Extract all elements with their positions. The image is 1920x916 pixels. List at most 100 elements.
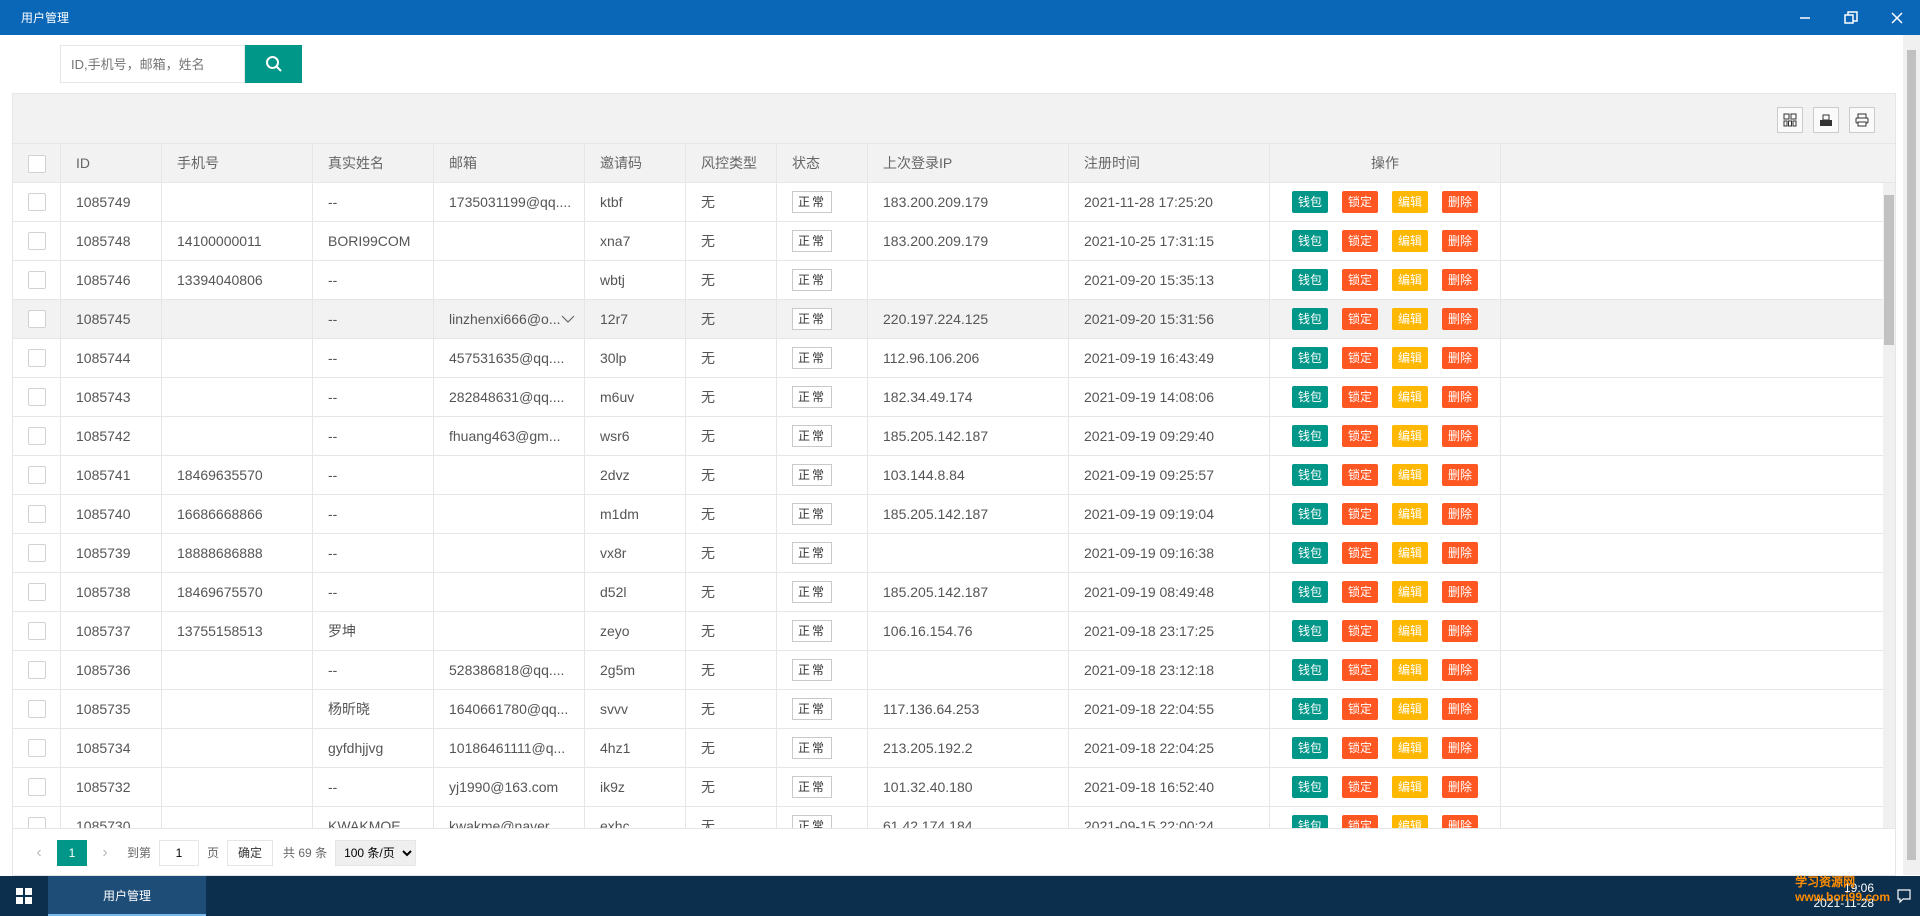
status-toggle-button[interactable]: 正常 bbox=[792, 425, 833, 447]
wallet-button[interactable]: 钱包 bbox=[1291, 698, 1328, 720]
lock-button[interactable]: 锁定 bbox=[1341, 308, 1378, 330]
row-checkbox[interactable] bbox=[27, 661, 46, 679]
delete-button[interactable]: 删除 bbox=[1442, 191, 1479, 213]
lock-button[interactable]: 锁定 bbox=[1341, 230, 1378, 252]
edit-button[interactable]: 编辑 bbox=[1392, 815, 1429, 828]
row-checkbox[interactable] bbox=[27, 778, 46, 796]
export-icon[interactable] bbox=[1813, 107, 1839, 133]
table-row[interactable]: 1085748 14100000011 BORI99COM xna7 无正常 183.20… bbox=[13, 222, 1883, 261]
edit-button[interactable]: 编辑 bbox=[1392, 581, 1429, 603]
edit-button[interactable]: 编辑 bbox=[1392, 347, 1429, 369]
edit-button[interactable]: 编辑 bbox=[1392, 386, 1429, 408]
lock-button[interactable]: 锁定 bbox=[1341, 386, 1378, 408]
status-toggle-button[interactable]: 正常 bbox=[792, 581, 833, 603]
lock-button[interactable]: 锁定 bbox=[1341, 191, 1378, 213]
table-row[interactable]: 1085739 18888686888 -- vx8r 无正常 2021-09-19 09… bbox=[13, 534, 1883, 573]
wallet-button[interactable]: 钱包 bbox=[1291, 542, 1328, 564]
goto-confirm-button[interactable]: 确定 bbox=[227, 839, 274, 866]
edit-button[interactable]: 编辑 bbox=[1392, 659, 1429, 681]
status-toggle-button[interactable]: 正常 bbox=[792, 542, 833, 564]
row-checkbox[interactable] bbox=[27, 232, 46, 250]
delete-button[interactable]: 删除 bbox=[1442, 230, 1479, 252]
edit-button[interactable]: 编辑 bbox=[1392, 542, 1429, 564]
edit-button[interactable]: 编辑 bbox=[1392, 191, 1429, 213]
lock-button[interactable]: 锁定 bbox=[1341, 659, 1378, 681]
row-checkbox[interactable] bbox=[27, 622, 46, 640]
table-row[interactable]: 1085745 -- linzhenxi666@o... 12r7 无正常 220.197… bbox=[13, 300, 1883, 339]
row-checkbox[interactable] bbox=[27, 271, 46, 289]
prev-page-icon[interactable]: ‹ bbox=[25, 844, 53, 862]
lock-button[interactable]: 锁定 bbox=[1341, 737, 1378, 759]
table-row[interactable]: 1085743 -- 282848631@qq.... m6uv 无正常 182.34.4… bbox=[13, 378, 1883, 417]
status-toggle-button[interactable]: 正常 bbox=[792, 503, 833, 525]
edit-button[interactable]: 编辑 bbox=[1392, 503, 1429, 525]
table-row[interactable]: 1085740 16686668866 -- m1dm 无正常 185.205.142.1… bbox=[13, 495, 1883, 534]
status-toggle-button[interactable]: 正常 bbox=[792, 737, 833, 759]
edit-button[interactable]: 编辑 bbox=[1392, 737, 1429, 759]
wallet-button[interactable]: 钱包 bbox=[1291, 737, 1328, 759]
delete-button[interactable]: 删除 bbox=[1442, 503, 1479, 525]
table-row[interactable]: 1085730 KWAKMOE... kwakme@naver.... exhc 无 正常… bbox=[13, 807, 1883, 828]
table-row[interactable]: 1085738 18469675570 -- d52l 无正常 185.205.142.1… bbox=[13, 573, 1883, 612]
status-toggle-button[interactable]: 正常 bbox=[792, 308, 833, 330]
table-row[interactable]: 1085736 -- 528386818@qq.... 2g5m 无正常 2021-09-… bbox=[13, 651, 1883, 690]
column-header-reg-time[interactable]: 注册时间 bbox=[1069, 144, 1270, 183]
select-all-checkbox[interactable] bbox=[27, 154, 46, 173]
table-row[interactable]: 1085744 -- 457531635@qq.... 30lp 无正常 112.96.1… bbox=[13, 339, 1883, 378]
current-page-button[interactable]: 1 bbox=[57, 839, 87, 866]
row-checkbox[interactable] bbox=[27, 817, 46, 828]
delete-button[interactable]: 删除 bbox=[1442, 464, 1479, 486]
column-header-phone[interactable]: 手机号 bbox=[162, 144, 313, 183]
status-toggle-button[interactable]: 正常 bbox=[792, 698, 833, 720]
wallet-button[interactable]: 钱包 bbox=[1291, 776, 1328, 798]
start-button[interactable] bbox=[0, 876, 48, 916]
table-scrollbar[interactable] bbox=[1883, 183, 1895, 828]
delete-button[interactable]: 删除 bbox=[1442, 620, 1479, 642]
wallet-button[interactable]: 钱包 bbox=[1291, 503, 1328, 525]
status-toggle-button[interactable]: 正常 bbox=[792, 191, 833, 213]
edit-button[interactable]: 编辑 bbox=[1392, 776, 1429, 798]
delete-button[interactable]: 删除 bbox=[1442, 698, 1479, 720]
wallet-button[interactable]: 钱包 bbox=[1291, 620, 1328, 642]
edit-button[interactable]: 编辑 bbox=[1392, 308, 1429, 330]
status-toggle-button[interactable]: 正常 bbox=[792, 776, 833, 798]
delete-button[interactable]: 删除 bbox=[1442, 776, 1479, 798]
table-row[interactable]: 1085735 杨昕晓 1640661780@qq... svvv 无正常 117.136… bbox=[13, 690, 1883, 729]
delete-button[interactable]: 删除 bbox=[1442, 815, 1479, 828]
status-toggle-button[interactable]: 正常 bbox=[792, 659, 833, 681]
status-toggle-button[interactable]: 正常 bbox=[792, 464, 833, 486]
lock-button[interactable]: 锁定 bbox=[1341, 503, 1378, 525]
row-checkbox[interactable] bbox=[27, 349, 46, 367]
column-header-name[interactable]: 真实姓名 bbox=[313, 144, 434, 183]
table-row[interactable]: 1085749 -- 1735031199@qq.... ktbf 无正常 183.200… bbox=[13, 183, 1883, 222]
wallet-button[interactable]: 钱包 bbox=[1291, 230, 1328, 252]
wallet-button[interactable]: 钱包 bbox=[1291, 581, 1328, 603]
delete-button[interactable]: 删除 bbox=[1442, 581, 1479, 603]
table-row[interactable]: 1085732 -- yj1990@163.com ik9z 无正常 101.32.40.… bbox=[13, 768, 1883, 807]
status-toggle-button[interactable]: 正常 bbox=[792, 347, 833, 369]
lock-button[interactable]: 锁定 bbox=[1341, 269, 1378, 291]
delete-button[interactable]: 删除 bbox=[1442, 542, 1479, 564]
lock-button[interactable]: 锁定 bbox=[1341, 776, 1378, 798]
close-button[interactable] bbox=[1874, 0, 1920, 35]
status-toggle-button[interactable]: 正常 bbox=[792, 620, 833, 642]
wallet-button[interactable]: 钱包 bbox=[1291, 269, 1328, 291]
lock-button[interactable]: 锁定 bbox=[1341, 542, 1378, 564]
table-row[interactable]: 1085746 13394040806 -- wbtj 无正常 2021-09-20 15… bbox=[13, 261, 1883, 300]
wallet-button[interactable]: 钱包 bbox=[1291, 347, 1328, 369]
column-header-id[interactable]: ID bbox=[61, 144, 162, 183]
column-header-email[interactable]: 邮箱 bbox=[434, 144, 585, 183]
delete-button[interactable]: 删除 bbox=[1442, 386, 1479, 408]
next-page-icon[interactable]: › bbox=[91, 844, 119, 862]
status-toggle-button[interactable]: 正常 bbox=[792, 815, 833, 828]
print-icon[interactable] bbox=[1849, 107, 1875, 133]
columns-icon[interactable] bbox=[1777, 107, 1803, 133]
row-checkbox[interactable] bbox=[27, 310, 46, 328]
table-row[interactable]: 1085742 -- fhuang463@gm... wsr6 无正常 185.205.1… bbox=[13, 417, 1883, 456]
column-header-invite[interactable]: 邀请码 bbox=[585, 144, 686, 183]
table-row[interactable]: 1085741 18469635570 -- 2dvz 无正常 103.144.8.84 2… bbox=[13, 456, 1883, 495]
goto-page-input[interactable] bbox=[159, 839, 200, 866]
column-header-status[interactable]: 状态 bbox=[777, 144, 868, 183]
row-checkbox[interactable] bbox=[27, 700, 46, 718]
lock-button[interactable]: 锁定 bbox=[1341, 347, 1378, 369]
